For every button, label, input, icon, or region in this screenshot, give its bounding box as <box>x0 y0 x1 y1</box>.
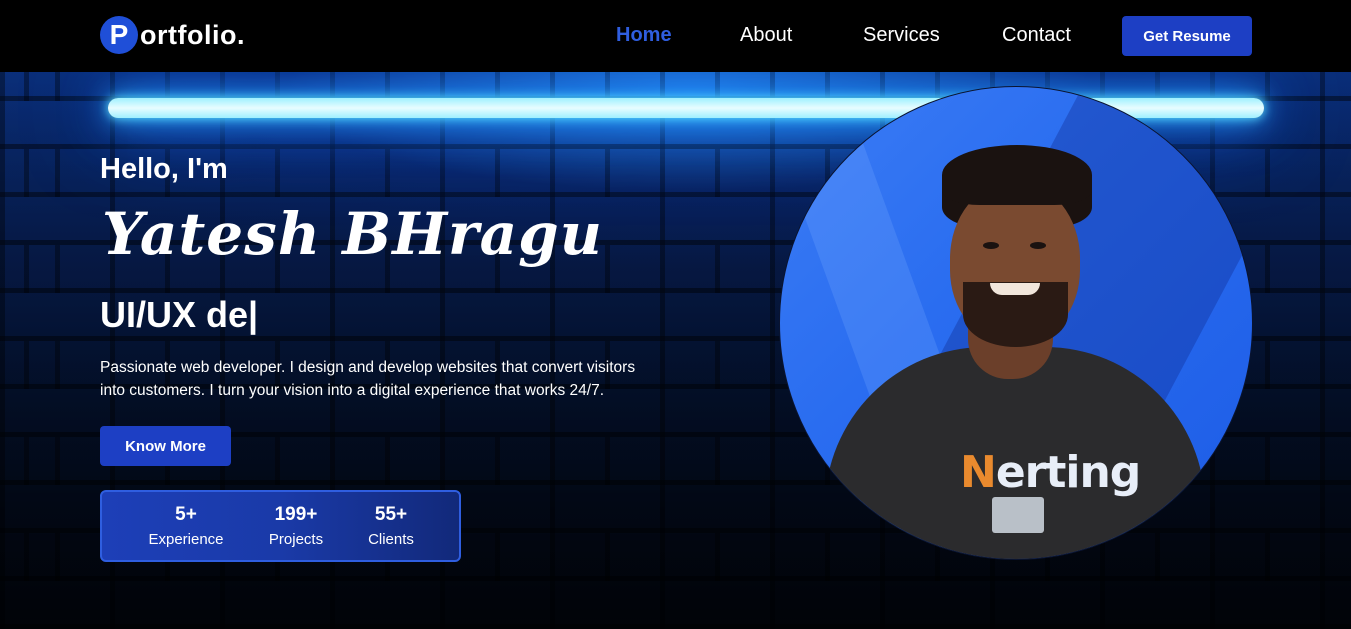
stat-label: Projects <box>268 531 324 548</box>
stat-value: 199+ <box>274 504 318 525</box>
get-resume-button[interactable]: Get Resume <box>1122 16 1252 56</box>
stat-experience: 5+ Experience <box>136 504 236 548</box>
navbar: P ortfolio. Home About Services Contact … <box>0 0 1351 72</box>
hero-name: Yatesh BHragu <box>102 200 603 268</box>
stat-clients: 55+ Clients <box>341 504 441 548</box>
nav-link-services[interactable]: Services <box>863 24 940 47</box>
shirt-print-rest: erting <box>995 447 1141 498</box>
hero-role-typing: UI/UX de| <box>100 294 259 335</box>
know-more-button[interactable]: Know More <box>100 426 231 466</box>
stats-box: 5+ Experience 199+ Projects 55+ Clients <box>100 490 461 562</box>
shirt-print-initial: N <box>960 447 997 498</box>
shirt-print: Nerting <box>960 447 1141 498</box>
nav-link-home[interactable]: Home <box>616 24 672 47</box>
stat-label: Clients <box>368 531 414 548</box>
photo-smile <box>990 283 1040 295</box>
profile-photo: Nerting <box>779 86 1253 560</box>
shirt-logo <box>992 497 1044 533</box>
photo-hair-top <box>942 145 1092 205</box>
stat-value: 5+ <box>175 504 197 525</box>
logo[interactable]: P ortfolio. <box>100 16 245 54</box>
photo-eye <box>983 242 999 249</box>
hero-greeting: Hello, I'm <box>100 153 228 185</box>
logo-mark: P <box>100 16 138 54</box>
logo-text: ortfolio. <box>140 19 245 50</box>
nav-link-about[interactable]: About <box>740 24 792 47</box>
stat-projects: 199+ Projects <box>246 504 346 548</box>
hero-description: Passionate web developer. I design and d… <box>100 359 636 399</box>
stat-label: Experience <box>148 531 224 548</box>
photo-eye <box>1030 242 1046 249</box>
nav-link-contact[interactable]: Contact <box>1002 24 1071 47</box>
stat-value: 55+ <box>374 504 408 525</box>
